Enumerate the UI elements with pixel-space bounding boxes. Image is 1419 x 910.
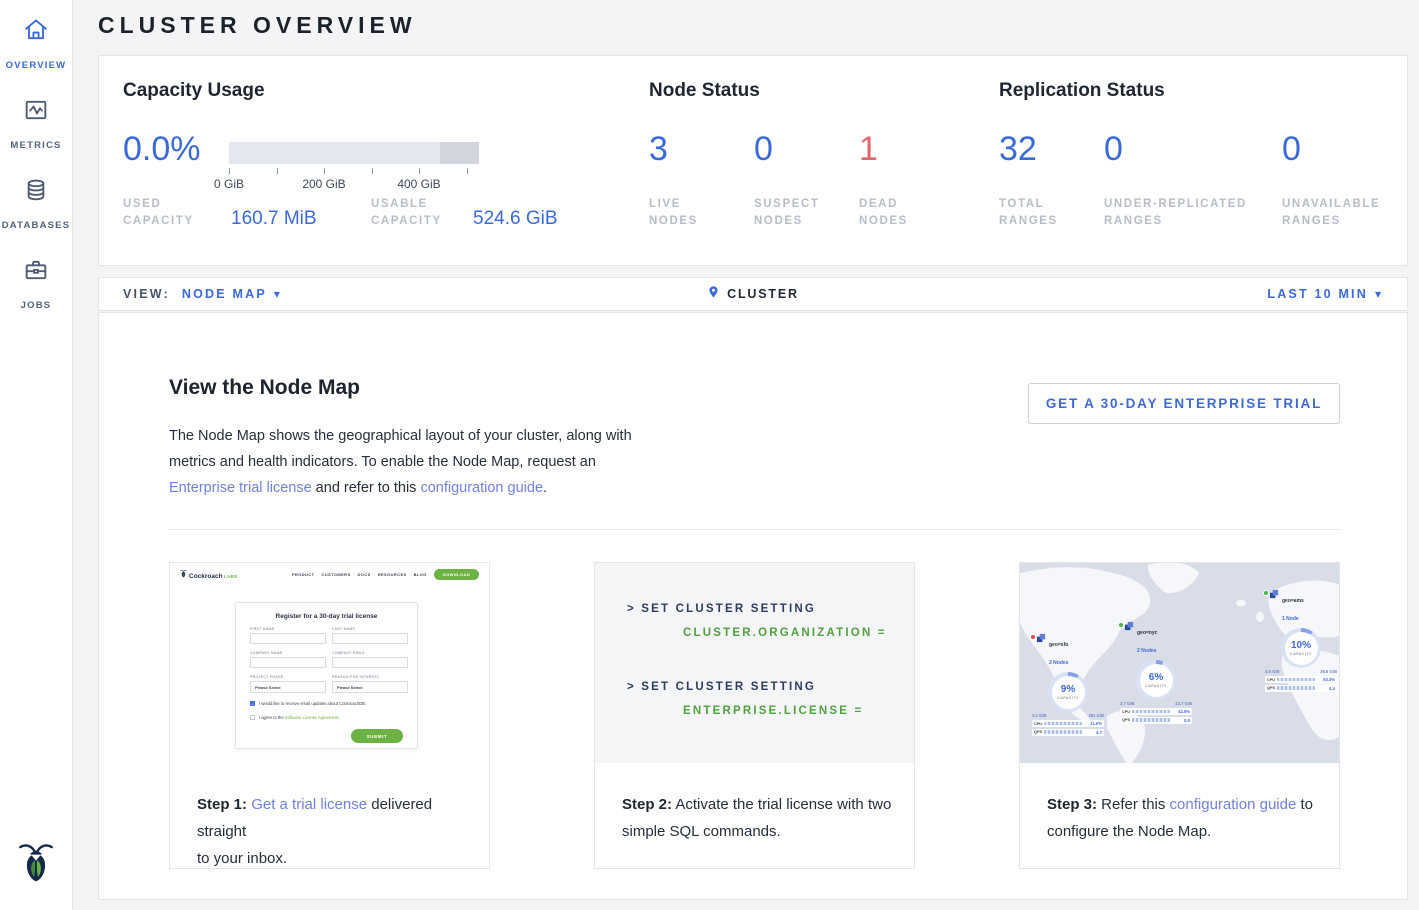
node-map-preview: geo=sfo2 Nodes 9%CAPACITY 3.2 GiB351 GiB…	[1020, 563, 1339, 763]
suspect-nodes-count: 0	[754, 130, 773, 169]
enterprise-trial-button[interactable]: GET A 30-DAY ENTERPRISE TRIAL	[1028, 383, 1340, 424]
mini-nav-item: DOCS	[358, 572, 371, 577]
map-region-sfo: geo=sfo2 Nodes 9%CAPACITY 3.2 GiB351 GiB…	[1030, 633, 1106, 736]
mini-nav-item: RESOURCES	[378, 572, 407, 577]
replication-status-title: Replication Status	[999, 80, 1165, 102]
step1-caption: Step 1: Get a trial license delivered st…	[197, 791, 467, 872]
live-nodes-label: LIVE NODES	[649, 196, 719, 230]
get-trial-license-link[interactable]: Get a trial license	[251, 796, 367, 813]
divider	[169, 529, 1340, 530]
total-ranges-label: TOTAL RANGES	[999, 196, 1069, 230]
configuration-guide-link[interactable]: configuration guide	[420, 480, 543, 496]
sidebar-item-label: DATABASES	[2, 220, 71, 231]
step3-caption: Step 3: Refer this configuration guide t…	[1047, 791, 1317, 845]
mini-nav-item: BLOG	[414, 572, 427, 577]
node-status-title: Node Status	[649, 80, 760, 102]
view-bar: VIEW: NODE MAP▾ CLUSTER LAST 10 MIN▾	[98, 277, 1408, 311]
summary-panel: Capacity Usage 0.0% 0 GiB 200 GiB 400 Gi…	[98, 55, 1408, 266]
sidebar-item-label: OVERVIEW	[6, 60, 67, 71]
node-map-description: The Node Map shows the geographical layo…	[169, 423, 632, 501]
cluster-overview-page: OVERVIEW METRICS DATABASES JOBS	[0, 0, 1419, 910]
mini-registration-form: Register for a 30-day trial license FIRS…	[235, 602, 418, 749]
capacity-axis-tick: 400 GiB	[397, 177, 440, 191]
mini-nav-item: PRODUCT	[292, 572, 315, 577]
sidebar-item-jobs[interactable]: JOBS	[0, 256, 72, 313]
enterprise-trial-license-link[interactable]: Enterprise trial license	[169, 480, 312, 496]
usable-capacity-label: USABLE CAPACITY	[371, 196, 451, 230]
step1-card: CockroachLABS PRODUCT CUSTOMERS DOCS RES…	[169, 562, 490, 869]
capacity-gauge: 6%CAPACITY	[1136, 660, 1176, 700]
home-icon	[0, 16, 72, 49]
capacity-used-percent: 0.0%	[123, 130, 201, 169]
sidebar-item-label: JOBS	[21, 300, 52, 311]
mini-checkbox-unchecked	[250, 715, 255, 720]
capacity-axis-tick: 0 GiB	[214, 177, 244, 191]
trial-license-screenshot: CockroachLABS PRODUCT CUSTOMERS DOCS RES…	[170, 563, 489, 763]
node-cube-icon	[1124, 621, 1135, 631]
step2-caption: Step 2: Activate the trial license with …	[622, 791, 892, 845]
capacity-bar	[229, 142, 479, 164]
metrics-icon	[0, 96, 72, 129]
configuration-guide-link[interactable]: configuration guide	[1170, 796, 1297, 813]
map-region-nyc: geo=nyc2 Nodes 6%CAPACITY 3.7 GiB43.7 Gi…	[1118, 621, 1194, 724]
location-pin-icon	[707, 284, 720, 305]
step3-card: geo=sfo2 Nodes 9%CAPACITY 3.2 GiB351 GiB…	[1019, 562, 1340, 869]
suspect-nodes-label: SUSPECT NODES	[754, 196, 834, 230]
chevron-down-icon: ▾	[1375, 287, 1381, 301]
sql-commands-block: > SET CLUSTER SETTING CLUSTER.ORGANIZATI…	[595, 563, 914, 763]
unavailable-ranges-count: 0	[1282, 130, 1301, 169]
mini-checkbox-checked: ✓	[250, 701, 255, 706]
used-capacity-value: 160.7 MiB	[231, 208, 317, 230]
time-range-dropdown[interactable]: LAST 10 MIN▾	[1267, 278, 1381, 310]
usable-capacity-value: 524.6 GiB	[473, 208, 558, 230]
sidebar-item-metrics[interactable]: METRICS	[0, 96, 72, 153]
mini-submit-button: SUBMIT	[351, 729, 403, 743]
node-cube-icon	[1269, 589, 1280, 599]
map-region-ams: geo=ams1 Node 10%CAPACITY 3.6 GiB36.6 Gi…	[1263, 589, 1339, 692]
under-replicated-ranges-count: 0	[1104, 130, 1123, 169]
used-capacity-label: USED CAPACITY	[123, 196, 198, 230]
breadcrumb: CLUSTER	[99, 278, 1407, 310]
total-ranges-count: 32	[999, 130, 1037, 169]
under-replicated-ranges-label: UNDER-REPLICATED RANGES	[1104, 196, 1264, 230]
dead-nodes-label: DEAD NODES	[859, 196, 929, 230]
cockroachdb-logo	[0, 841, 72, 888]
capacity-gauge: 10%CAPACITY	[1281, 628, 1321, 668]
capacity-gauge: 9%CAPACITY	[1048, 672, 1088, 712]
node-map-panel: View the Node Map The Node Map shows the…	[98, 312, 1408, 900]
jobs-icon	[0, 256, 72, 289]
page-title: CLUSTER OVERVIEW	[98, 12, 417, 39]
mini-cockroach-logo: CockroachLABS	[180, 569, 238, 580]
databases-icon	[0, 176, 72, 209]
sidebar-item-overview[interactable]: OVERVIEW	[0, 16, 72, 73]
breadcrumb-cluster-label: CLUSTER	[727, 287, 799, 301]
step2-card: > SET CLUSTER SETTING CLUSTER.ORGANIZATI…	[594, 562, 915, 869]
node-cube-icon	[1036, 633, 1047, 643]
sidebar-item-label: METRICS	[10, 140, 61, 151]
capacity-usage-title: Capacity Usage	[123, 80, 265, 102]
live-nodes-count: 3	[649, 130, 668, 169]
capacity-axis-tick: 200 GiB	[302, 177, 345, 191]
mini-download-button: DOWNLOAD	[434, 569, 479, 580]
sidebar: OVERVIEW METRICS DATABASES JOBS	[0, 0, 73, 910]
mini-nav-item: CUSTOMERS	[321, 572, 350, 577]
capacity-bar-nonusable-segment	[440, 142, 479, 164]
sidebar-item-databases[interactable]: DATABASES	[0, 176, 72, 233]
dead-nodes-count: 1	[859, 130, 878, 169]
node-map-heading: View the Node Map	[169, 376, 360, 400]
unavailable-ranges-label: UNAVAILABLE RANGES	[1282, 196, 1392, 230]
